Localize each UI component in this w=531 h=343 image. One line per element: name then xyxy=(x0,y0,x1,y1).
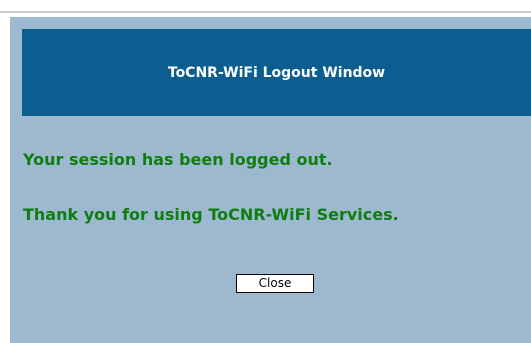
logged-out-message: Your session has been logged out. xyxy=(23,150,333,169)
header-bar: ToCNR-WiFi Logout Window xyxy=(22,29,531,116)
top-divider xyxy=(0,11,531,13)
page-title: ToCNR-WiFi Logout Window xyxy=(167,64,386,81)
thank-you-message: Thank you for using ToCNR-WiFi Services. xyxy=(23,205,399,224)
close-button[interactable]: Close xyxy=(236,274,314,293)
